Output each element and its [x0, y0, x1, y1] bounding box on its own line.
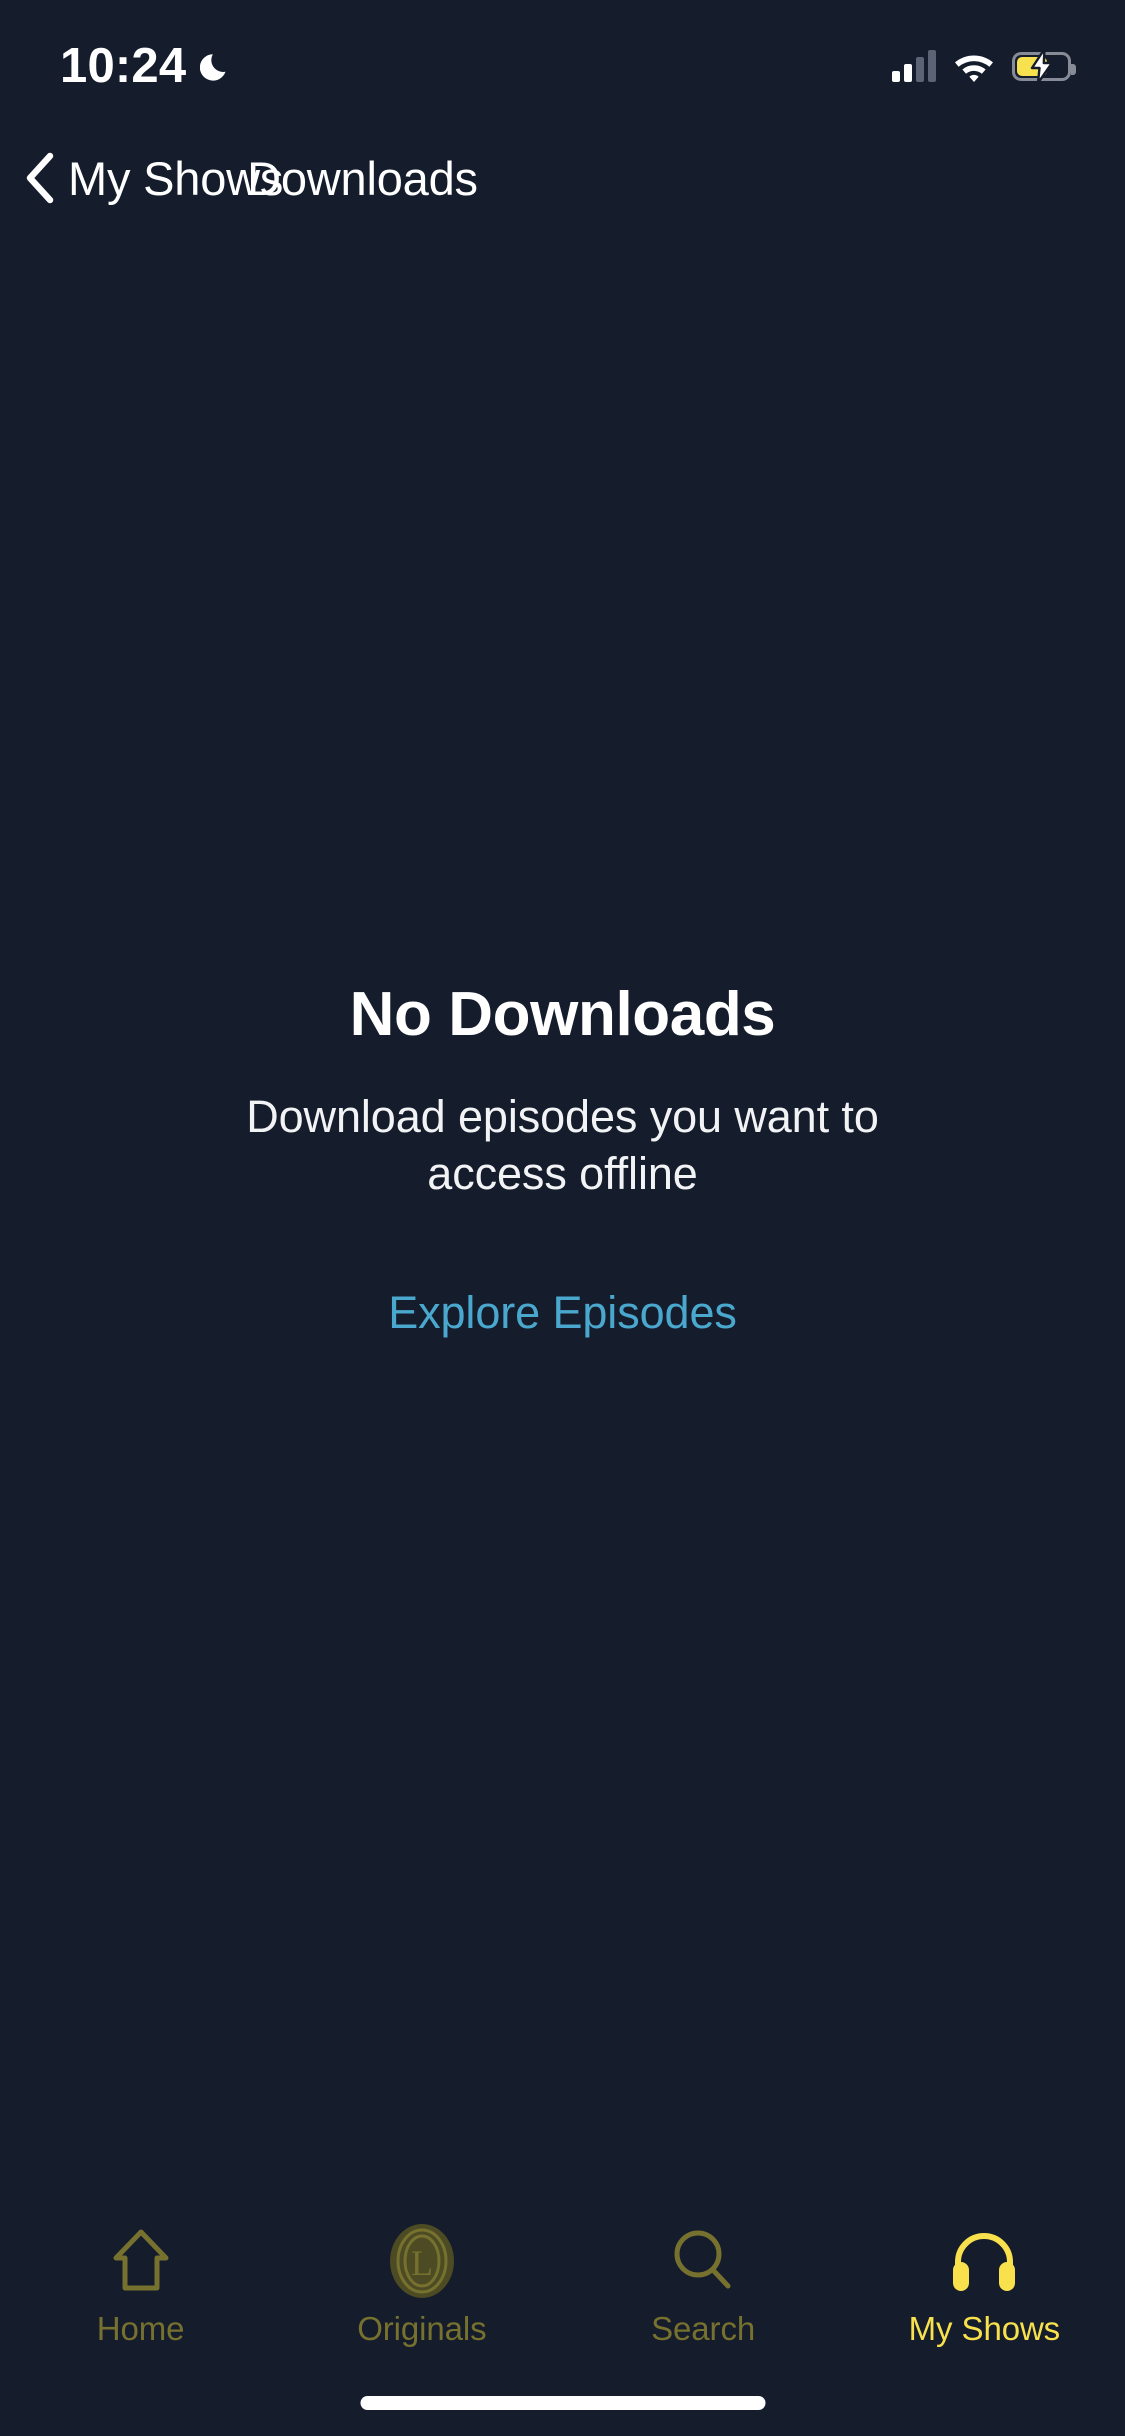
status-bar: 10:24 [0, 0, 1125, 132]
headphones-icon [947, 2224, 1021, 2298]
navigation-bar: My Shows Downloads [0, 132, 1125, 224]
home-icon [104, 2224, 178, 2298]
tab-originals[interactable]: L Originals [281, 2208, 562, 2345]
battery-charging-icon [1012, 47, 1076, 85]
search-icon [666, 2224, 740, 2298]
tab-home-label: Home [96, 2310, 185, 2347]
status-bar-clock: 10:24 [60, 38, 187, 93]
explore-episodes-button[interactable]: Explore Episodes [388, 1287, 737, 1339]
chevron-left-icon [22, 152, 60, 204]
tab-my-shows-label: My Shows [908, 2310, 1061, 2347]
tab-search-label: Search [651, 2310, 756, 2347]
empty-state-subtitle: Download episodes you want to access off… [246, 1091, 879, 1200]
wifi-icon [953, 50, 995, 82]
empty-state-title: No Downloads [349, 980, 776, 1049]
home-indicator[interactable] [360, 2396, 765, 2410]
tab-originals-label: Originals [357, 2310, 487, 2347]
empty-state: No Downloads Download episodes you want … [0, 980, 1125, 1339]
crescent-moon-icon [200, 49, 234, 83]
back-button[interactable]: My Shows [22, 132, 283, 224]
tab-my-shows[interactable]: My Shows [844, 2208, 1125, 2345]
cellular-signal-icon [892, 50, 936, 82]
tab-search[interactable]: Search [563, 2208, 844, 2345]
tab-home[interactable]: Home [0, 2208, 281, 2345]
status-bar-right [892, 47, 1076, 85]
status-bar-left: 10:24 [60, 38, 234, 93]
originals-l-icon: L [385, 2224, 459, 2298]
back-button-label: My Shows [68, 151, 284, 205]
svg-text:L: L [411, 2243, 433, 2283]
